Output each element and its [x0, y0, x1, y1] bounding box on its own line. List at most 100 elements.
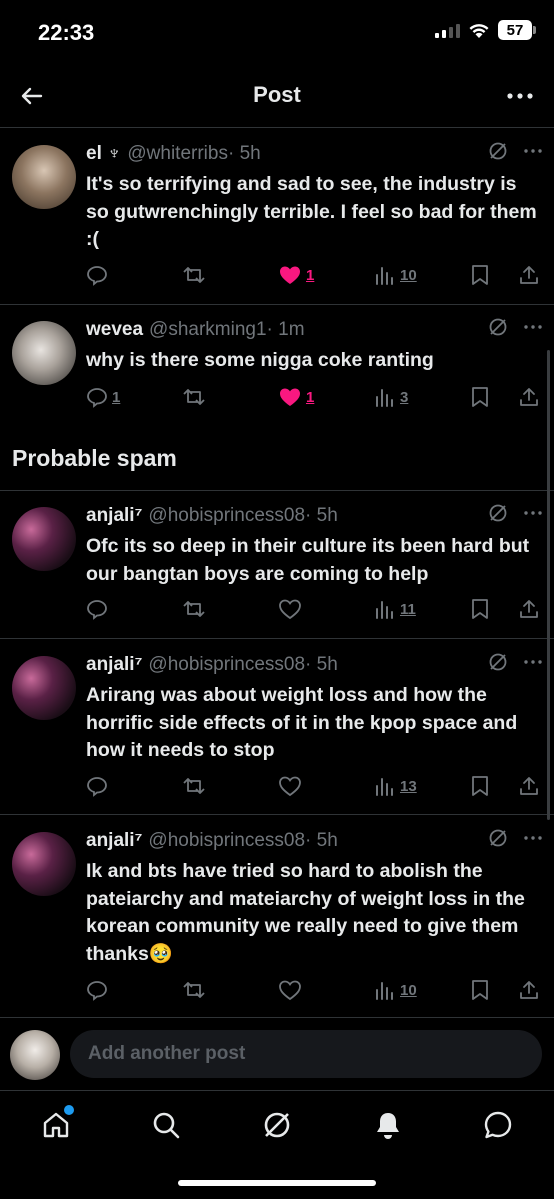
share-button[interactable]: [518, 383, 540, 411]
post-more-icon[interactable]: [524, 660, 542, 664]
reply-post[interactable]: wevea @sharkming1 · 1m why is there some…: [0, 305, 554, 425]
bookmark-icon: [472, 980, 488, 1000]
grok-icon[interactable]: [488, 503, 508, 523]
probable-spam-heading[interactable]: Probable spam: [12, 445, 177, 472]
reply-button[interactable]: [86, 772, 112, 800]
heart-icon: [280, 266, 300, 284]
bookmark-icon: [472, 387, 488, 407]
like-button[interactable]: [278, 772, 306, 800]
reply-icon: [87, 981, 107, 1001]
views-button[interactable]: 10: [374, 976, 417, 1004]
reply-post[interactable]: anjali⁷ @hobisprincess08 · 5h Arirang wa…: [0, 640, 554, 815]
tab-grok[interactable]: [257, 1105, 297, 1145]
post-text: Ik and bts have tried so hard to abolish…: [86, 860, 525, 965]
tab-notifications[interactable]: [368, 1105, 408, 1145]
avatar[interactable]: [12, 507, 76, 571]
tab-messages[interactable]: [478, 1105, 518, 1145]
views-button[interactable]: 11: [374, 595, 416, 623]
status-time: 22:33: [38, 20, 95, 45]
home-indicator[interactable]: [178, 1180, 376, 1186]
repost-icon: [183, 389, 205, 405]
avatar[interactable]: [12, 321, 76, 385]
share-button[interactable]: [518, 772, 540, 800]
view-count: 10: [400, 266, 417, 284]
view-count: 10: [400, 981, 417, 999]
post-time: · 5h: [227, 143, 261, 164]
reply-composer: [0, 1020, 554, 1090]
share-icon: [520, 981, 538, 999]
repost-button[interactable]: [182, 261, 206, 289]
reply-post[interactable]: anjali⁷ @hobisprincess08 · 5h Ofc its so…: [0, 491, 554, 639]
bookmark-button[interactable]: [470, 772, 490, 800]
like-button[interactable]: 1: [278, 261, 314, 289]
repost-button[interactable]: [182, 595, 206, 623]
post-time: · 1m: [266, 319, 305, 340]
grok-icon[interactable]: [488, 652, 508, 672]
avatar[interactable]: [10, 1030, 60, 1080]
avatar[interactable]: [12, 145, 76, 209]
bookmark-button[interactable]: [470, 383, 490, 411]
display-name[interactable]: anjali⁷: [86, 505, 142, 527]
user-handle[interactable]: @whiterribs: [127, 143, 228, 165]
post-more-icon[interactable]: [524, 325, 542, 329]
share-button[interactable]: [518, 261, 540, 289]
user-handle[interactable]: @hobisprincess08: [148, 654, 305, 676]
post-header-line: anjali⁷ @hobisprincess08 · 5h: [86, 828, 544, 854]
post-time: · 5h: [305, 505, 338, 526]
tab-search[interactable]: [146, 1105, 186, 1145]
heart-icon: [279, 776, 301, 797]
battery-indicator: 57: [498, 20, 536, 40]
heart-icon: [279, 599, 301, 620]
heart-icon: [280, 388, 300, 406]
like-button[interactable]: [278, 595, 306, 623]
repost-icon: [183, 778, 205, 794]
grok-icon[interactable]: [488, 141, 508, 161]
grok-icon[interactable]: [488, 828, 508, 848]
reply-button[interactable]: [86, 976, 112, 1004]
reply-post[interactable]: anjali⁷ @hobisprincess08 · 5h Ik and bts…: [0, 816, 554, 1018]
display-name[interactable]: el ♆: [86, 143, 121, 165]
post-more-icon[interactable]: [524, 836, 542, 840]
reply-button[interactable]: [86, 261, 112, 289]
display-name[interactable]: anjali⁷: [86, 654, 142, 676]
user-handle[interactable]: @hobisprincess08: [148, 830, 305, 852]
like-button[interactable]: [278, 976, 306, 1004]
like-button[interactable]: 1: [278, 383, 314, 411]
reply-button[interactable]: [86, 595, 112, 623]
post-more-icon[interactable]: [524, 511, 542, 515]
avatar[interactable]: [12, 832, 76, 896]
post-text: why is there some nigga coke ranting: [86, 349, 434, 371]
views-icon: [376, 778, 393, 796]
grok-icon[interactable]: [488, 317, 508, 337]
reply-button[interactable]: 1: [86, 383, 120, 411]
tab-home[interactable]: [36, 1105, 76, 1145]
display-name[interactable]: wevea: [86, 319, 143, 341]
repost-button[interactable]: [182, 383, 206, 411]
repost-button[interactable]: [182, 772, 206, 800]
views-icon: [376, 389, 393, 407]
views-icon: [376, 601, 393, 619]
view-count: 3: [400, 388, 409, 406]
share-button[interactable]: [518, 976, 540, 1004]
status-icons: 57: [435, 20, 536, 40]
bookmark-button[interactable]: [470, 976, 490, 1004]
display-name[interactable]: anjali⁷: [86, 830, 142, 852]
post-header-line: el ♆ @whiterribs · 5h: [86, 141, 544, 167]
scrollbar[interactable]: [547, 350, 550, 820]
views-button[interactable]: 3: [374, 383, 408, 411]
post-more-icon[interactable]: [524, 149, 542, 153]
bookmark-button[interactable]: [470, 595, 490, 623]
share-button[interactable]: [518, 595, 540, 623]
repost-button[interactable]: [182, 976, 206, 1004]
views-button[interactable]: 13: [374, 772, 417, 800]
user-handle[interactable]: @hobisprincess08: [148, 505, 305, 527]
user-handle[interactable]: @sharkming1: [149, 319, 267, 341]
reply-input[interactable]: [70, 1030, 542, 1078]
search-icon: [153, 1112, 180, 1139]
bookmark-button[interactable]: [470, 261, 490, 289]
more-options-button[interactable]: [502, 78, 538, 114]
views-button[interactable]: 10: [374, 261, 417, 289]
reply-post[interactable]: el ♆ @whiterribs · 5h It's so terrifying…: [0, 129, 554, 305]
avatar[interactable]: [12, 656, 76, 720]
cellular-signal-icon: [435, 22, 460, 38]
